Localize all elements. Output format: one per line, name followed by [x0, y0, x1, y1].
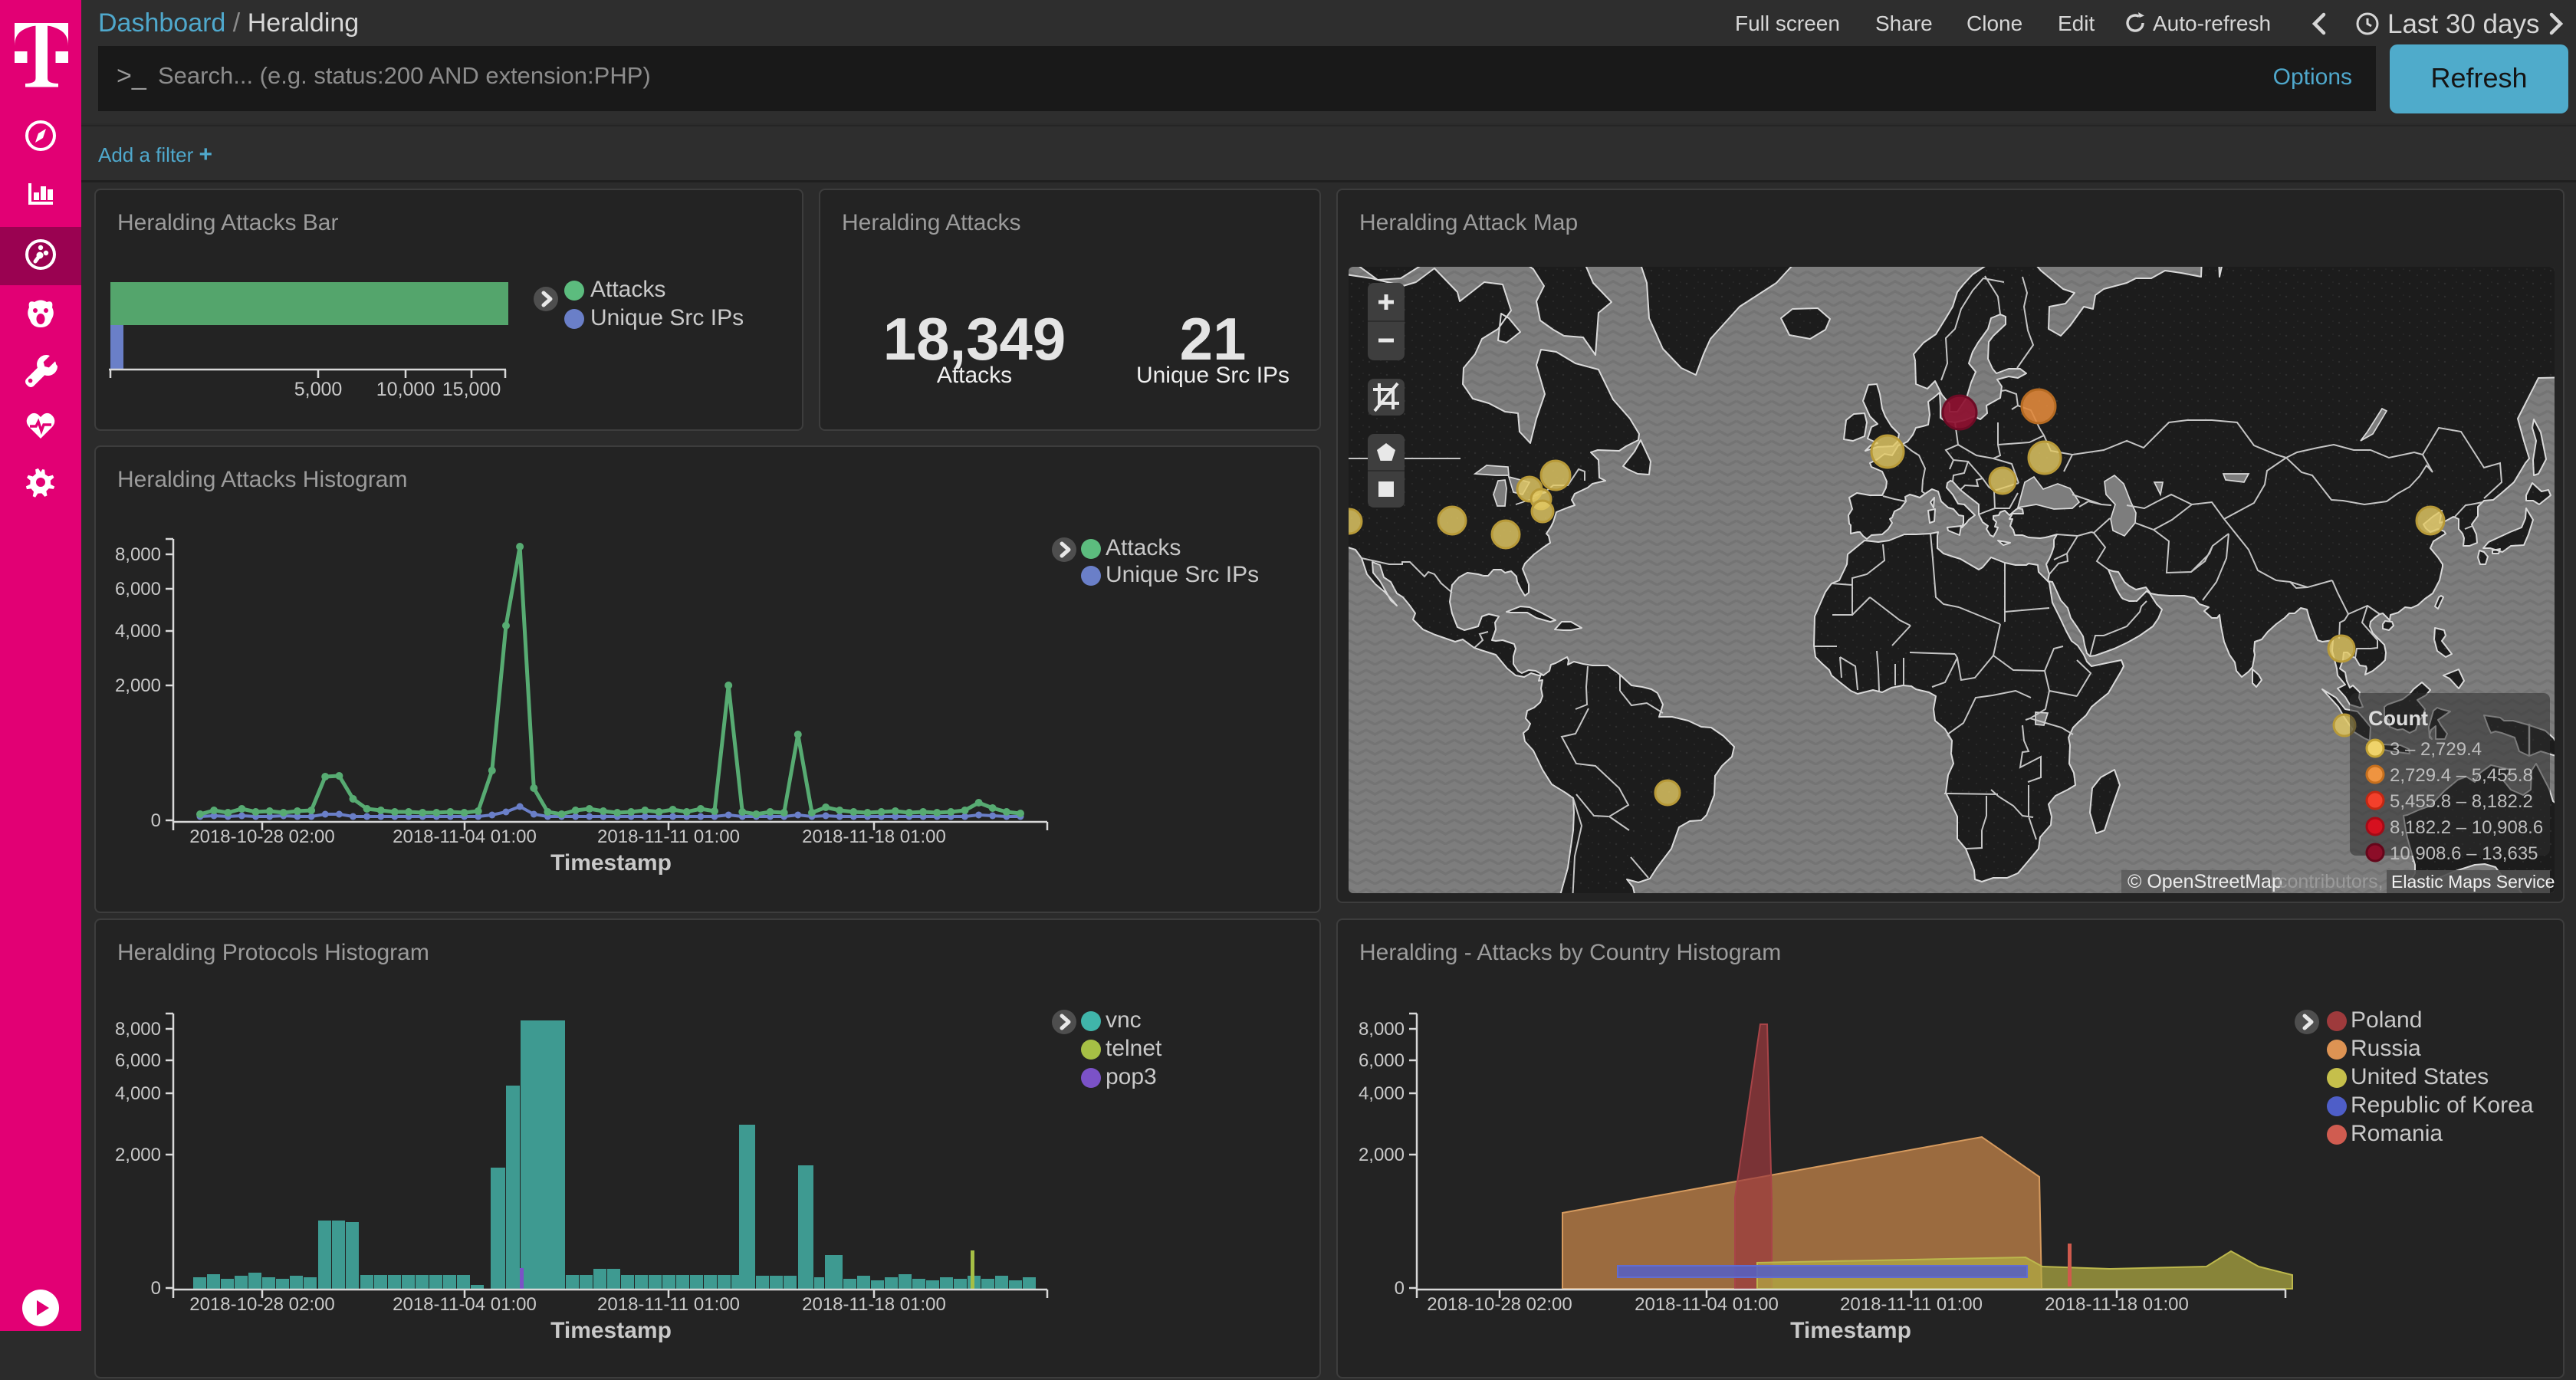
svg-text:4,000: 4,000: [1359, 1083, 1405, 1104]
svg-text:© OpenStreetMap: © OpenStreetMap: [2128, 871, 2282, 892]
svg-text:Count: Count: [2368, 707, 2428, 730]
svg-text:0: 0: [151, 1278, 161, 1299]
svg-text:2018-10-28 02:00: 2018-10-28 02:00: [189, 826, 335, 847]
svg-text:2018-11-18 01:00: 2018-11-18 01:00: [802, 826, 946, 847]
svg-text:2018-11-11 01:00: 2018-11-11 01:00: [1840, 1294, 1983, 1315]
svg-text:0: 0: [1395, 1278, 1405, 1299]
svg-text:0: 0: [151, 810, 161, 831]
svg-text:6,000: 6,000: [1359, 1050, 1405, 1071]
svg-text:8,000: 8,000: [1359, 1019, 1405, 1040]
svg-text:2018-10-28 02:00: 2018-10-28 02:00: [189, 1294, 335, 1315]
svg-text:2,000: 2,000: [115, 675, 161, 696]
svg-text:2,000: 2,000: [115, 1145, 161, 1165]
svg-text:Elastic Maps Service: Elastic Maps Service: [2391, 872, 2555, 892]
svg-text:10,908.6 – 13,635: 10,908.6 – 13,635: [2390, 843, 2538, 864]
svg-text:2,000: 2,000: [1359, 1145, 1405, 1165]
svg-text:4,000: 4,000: [115, 1083, 161, 1104]
svg-text:2018-11-11 01:00: 2018-11-11 01:00: [597, 1294, 740, 1315]
svg-text:2018-11-11 01:00: 2018-11-11 01:00: [597, 826, 740, 847]
svg-text:3 – 2,729.4: 3 – 2,729.4: [2390, 739, 2482, 760]
svg-text:2018-10-28 02:00: 2018-10-28 02:00: [1427, 1294, 1572, 1315]
svg-text:6,000: 6,000: [115, 1050, 161, 1071]
svg-text:2018-11-18 01:00: 2018-11-18 01:00: [2045, 1294, 2189, 1315]
svg-text:Timestamp: Timestamp: [550, 850, 672, 876]
svg-text:2018-11-04 01:00: 2018-11-04 01:00: [1635, 1294, 1779, 1315]
svg-text:15,000: 15,000: [442, 379, 501, 400]
svg-text:4,000: 4,000: [115, 621, 161, 642]
svg-text:5,000: 5,000: [294, 379, 343, 400]
svg-text:2,729.4 – 5,455.8: 2,729.4 – 5,455.8: [2390, 765, 2533, 786]
svg-text:6,000: 6,000: [115, 579, 161, 600]
svg-text:5,455.8 – 8,182.2: 5,455.8 – 8,182.2: [2390, 791, 2533, 812]
svg-text:8,182.2 – 10,908.6: 8,182.2 – 10,908.6: [2390, 817, 2543, 838]
svg-text:8,000: 8,000: [115, 1019, 161, 1040]
svg-text:2018-11-04 01:00: 2018-11-04 01:00: [393, 1294, 537, 1315]
svg-text:2018-11-04 01:00: 2018-11-04 01:00: [393, 826, 537, 847]
svg-text:contributors,: contributors,: [2278, 871, 2384, 892]
svg-text:10,000: 10,000: [376, 379, 435, 400]
svg-text:8,000: 8,000: [115, 544, 161, 565]
svg-text:2018-11-18 01:00: 2018-11-18 01:00: [802, 1294, 946, 1315]
